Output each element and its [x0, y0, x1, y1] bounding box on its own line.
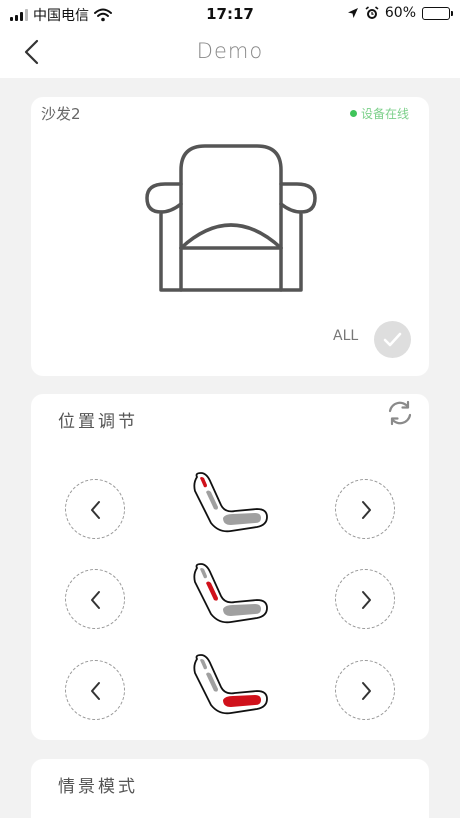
- location-icon: [347, 8, 358, 18]
- all-label: ALL: [333, 328, 359, 344]
- online-dot-icon: [349, 110, 357, 117]
- chevron-right-icon: [362, 682, 371, 700]
- chevron-left-icon: [91, 501, 100, 519]
- head-right-button[interactable]: [335, 479, 395, 539]
- battery-icon: [422, 6, 453, 20]
- all-select-button[interactable]: [374, 321, 411, 358]
- page-title: Demo: [196, 39, 264, 63]
- chevron-right-icon: [362, 591, 371, 609]
- seat-right-button[interactable]: [335, 660, 395, 720]
- section-title-scene: 情景模式: [58, 777, 138, 797]
- nav-bar: Demo: [0, 28, 460, 78]
- alarm-icon: [365, 6, 379, 19]
- sofa-icon: [145, 144, 317, 292]
- seat-cushion-icon: [193, 654, 268, 715]
- section-title-position: 位置调节: [58, 412, 138, 432]
- device-name: 沙发2: [41, 105, 81, 123]
- status-bar: 中国电信 17:17 60%: [0, 0, 460, 28]
- seat-head-icon: [193, 472, 268, 533]
- device-status: 设备在线: [349, 105, 409, 122]
- seat-left-button[interactable]: [65, 660, 125, 720]
- device-status-label: 设备在线: [360, 107, 409, 121]
- seat-back-icon: [193, 563, 268, 624]
- battery-percent: 60%: [384, 5, 416, 21]
- refresh-icon[interactable]: [385, 398, 415, 428]
- chevron-left-icon: [91, 682, 100, 700]
- chevron-left-icon: [91, 591, 100, 609]
- chevron-right-icon: [362, 501, 371, 519]
- head-left-button[interactable]: [65, 479, 125, 539]
- scene-card: 情景模式: [31, 759, 429, 818]
- check-icon: [383, 332, 402, 347]
- device-card: 沙发2 设备在线 ALL: [31, 97, 429, 376]
- back-right-button[interactable]: [335, 569, 395, 629]
- back-left-button[interactable]: [65, 569, 125, 629]
- position-card: 位置调节: [31, 394, 429, 740]
- status-right: 60%: [347, 5, 453, 21]
